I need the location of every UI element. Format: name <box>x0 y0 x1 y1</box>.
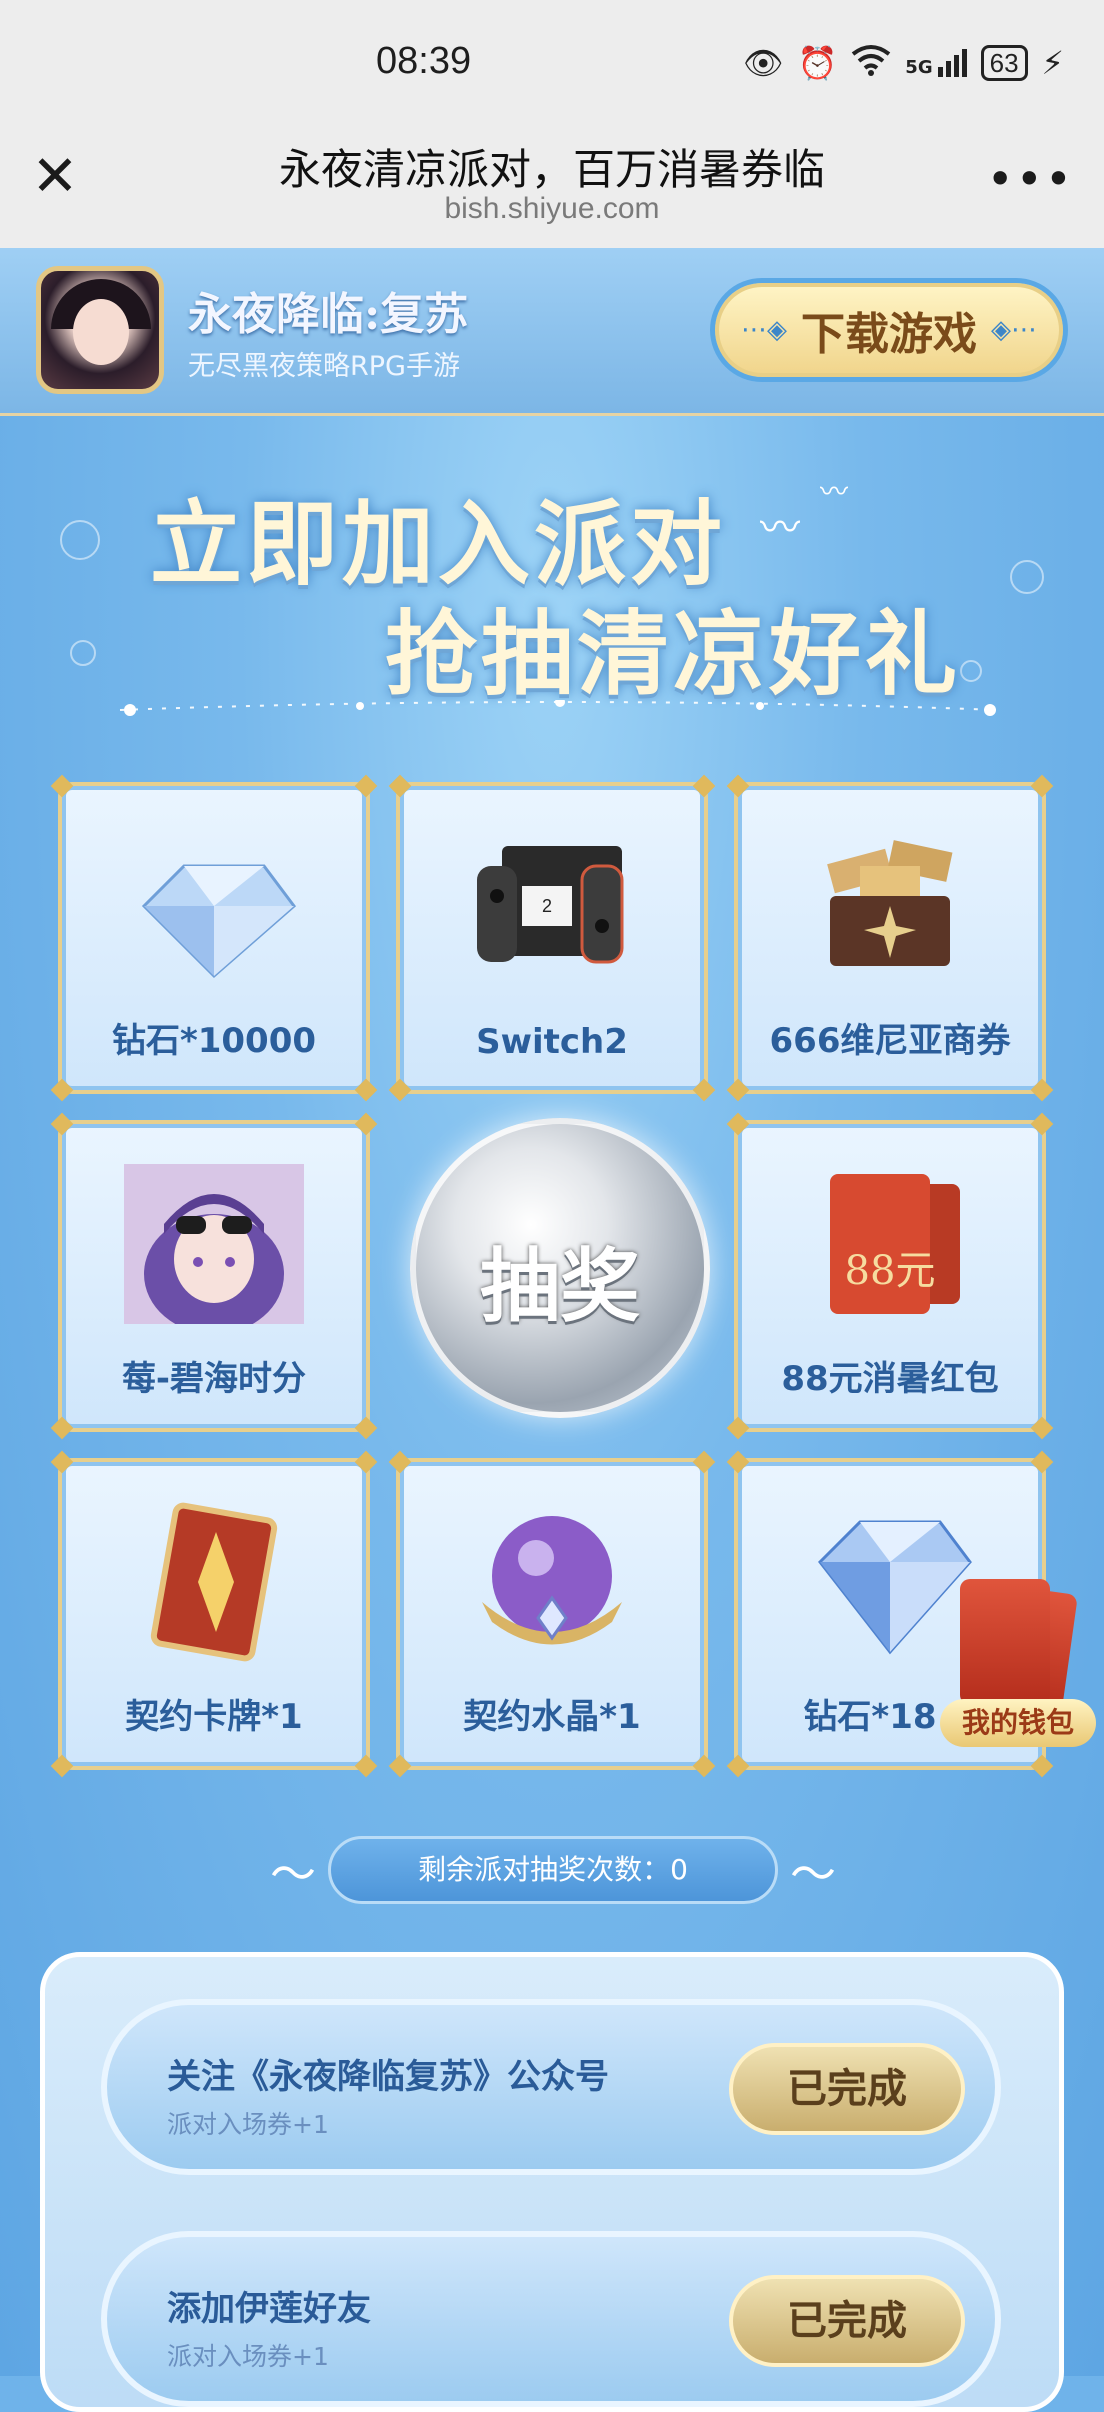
nav-bar: ✕ 永夜清凉派对，百万消暑券临 bish.shiyue.com ••• <box>0 110 1104 248</box>
prize-cell-card: 契约卡牌*1 <box>50 1450 378 1778</box>
card-icon <box>150 1502 278 1662</box>
headline-line2: 抢抽清凉好礼 <box>385 600 962 708</box>
task-complete-button[interactable]: 已完成 <box>729 2275 965 2367</box>
app-name: 永夜降临:复苏 <box>188 289 469 340</box>
draw-label: 抽奖 <box>480 1240 640 1333</box>
prize-label: 莓-碧海时分 <box>121 1359 307 1399</box>
task-title: 关注《永夜降临复苏》公众号 <box>167 2057 609 2097</box>
fish-icon: 〜 <box>270 1847 316 1901</box>
status-icons: 👁 ⏰ 5G 63 ⚡ <box>743 44 1064 81</box>
my-wallet-button[interactable]: 我的钱包 <box>940 1575 1100 1755</box>
bubble-decor <box>1010 560 1044 594</box>
task-panel: 关注《永夜降临复苏》公众号 派对入场券+1 已完成 添加伊莲好友 派对入场券+1… <box>40 1952 1064 2412</box>
seagull-icon: 〰 <box>760 505 800 551</box>
alarm-icon: ⏰ <box>797 43 838 82</box>
eye-icon: 👁 <box>742 43 784 82</box>
bubble-decor <box>960 660 982 682</box>
page-url: bish.shiyue.com <box>444 192 660 225</box>
task-item: 添加伊莲好友 派对入场券+1 已完成 <box>101 2231 1001 2407</box>
prize-label: 666维尼亚商券 <box>769 1021 1011 1061</box>
signal-icon: 5G <box>905 48 967 78</box>
prize-label: Switch2 <box>476 1022 628 1062</box>
wifi-icon <box>851 44 891 81</box>
task-title: 添加伊莲好友 <box>167 2289 371 2329</box>
wallet-label: 我的钱包 <box>940 1699 1096 1747</box>
page-title: 永夜清凉派对，百万消暑券临 <box>278 145 825 194</box>
task-reward: 派对入场券+1 <box>167 2342 329 2371</box>
diamond-icon <box>141 864 297 979</box>
prize-label: 88元消暑红包 <box>781 1359 999 1399</box>
bubble-decor <box>70 640 96 666</box>
envelope-value: 88元 <box>844 1248 936 1294</box>
prize-cell-switch2: 2 Switch2 <box>388 774 716 1102</box>
bubble-decor <box>60 520 100 560</box>
remaining-draws: 剩余派对抽奖次数：0 <box>328 1836 778 1904</box>
status-time: 08:39 <box>376 40 472 82</box>
fish-icon: 〜 <box>790 1847 836 1901</box>
app-icon[interactable] <box>36 266 164 394</box>
network-type: 5G <box>905 56 933 78</box>
sparkle-divider <box>119 700 1001 716</box>
prize-cell-red-envelope: 88元 88元消暑红包 <box>726 1112 1054 1440</box>
crystal-orb-icon <box>482 1516 622 1645</box>
prize-cell-crystal: 契约水晶*1 <box>388 1450 716 1778</box>
draw-button[interactable]: 抽奖 <box>410 1118 710 1418</box>
decor-left-icon: ⋯◈ <box>741 315 787 345</box>
prize-label: 契约水晶*1 <box>463 1697 641 1737</box>
character-portrait-icon <box>124 1164 304 1324</box>
task-item: 关注《永夜降临复苏》公众号 派对入场券+1 已完成 <box>101 1999 1001 2175</box>
treasure-chest-icon <box>827 840 953 966</box>
game-console-icon: 2 <box>477 846 624 964</box>
charging-icon: ⚡ <box>1041 43 1064 82</box>
app-subtitle: 无尽黑夜策略RPG手游 <box>188 351 460 382</box>
red-envelope-icon <box>960 1579 1050 1705</box>
task-reward: 派对入场券+1 <box>167 2110 329 2139</box>
prize-label: 钻石*10000 <box>111 1021 317 1061</box>
seagull-icon: 〰 <box>820 475 849 508</box>
app-banner: 永夜降临:复苏 无尽黑夜策略RPG手游 ⋯◈ 下载游戏 ◈⋯ <box>0 248 1104 416</box>
prize-cell-character: 莓-碧海时分 <box>50 1112 378 1440</box>
prize-cell-diamond: 钻石*10000 <box>50 774 378 1102</box>
task-complete-button[interactable]: 已完成 <box>729 2043 965 2135</box>
svg-text:2: 2 <box>542 896 552 916</box>
battery-icon: 63 <box>980 44 1028 81</box>
download-game-button[interactable]: ⋯◈ 下载游戏 ◈⋯ <box>710 278 1068 382</box>
decor-right-icon: ◈⋯ <box>991 315 1037 345</box>
prize-cell-voucher: 666维尼亚商券 <box>726 774 1054 1102</box>
prize-label: 契约卡牌*1 <box>125 1697 303 1737</box>
download-label: 下载游戏 <box>801 309 977 360</box>
more-icon[interactable]: ••• <box>987 152 1074 206</box>
